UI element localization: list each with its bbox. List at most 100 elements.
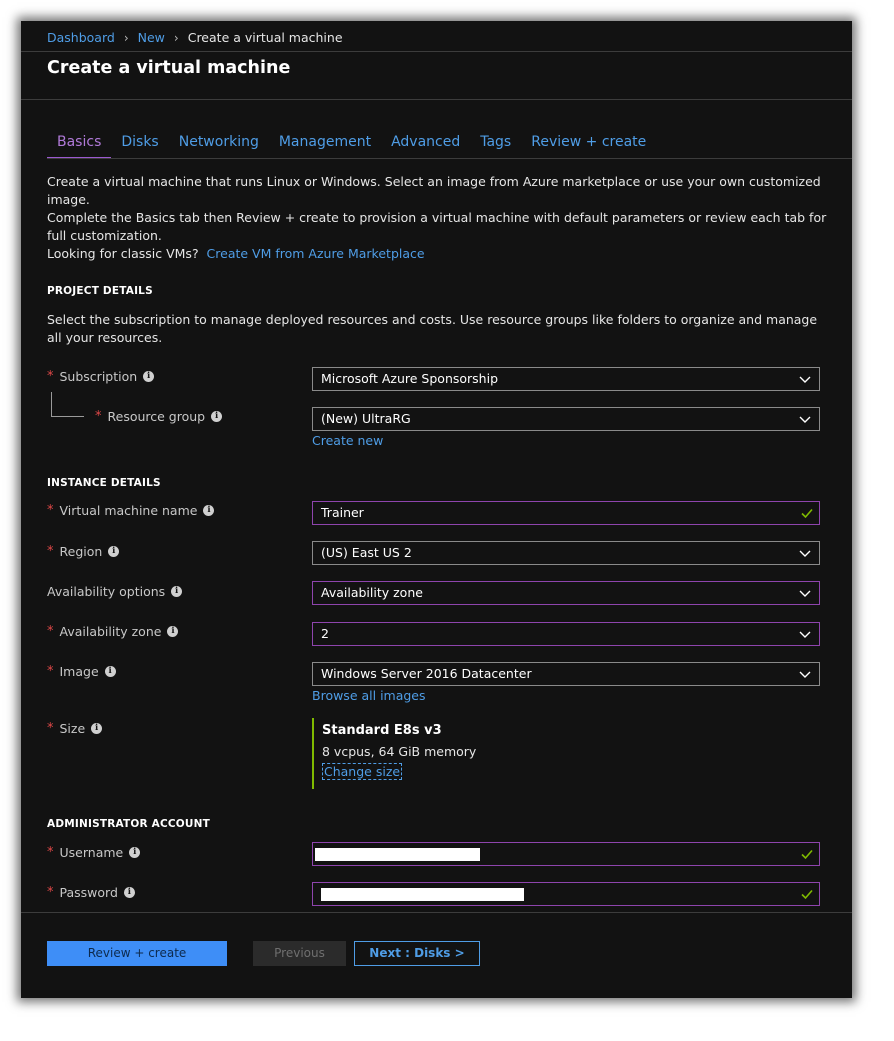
info-icon[interactable]: i [167,626,179,637]
footer-divider [21,912,852,913]
region-label-text: Region [59,544,103,559]
region-select[interactable]: (US) East US 2 [312,541,820,565]
info-icon[interactable]: i [91,723,103,734]
intro-text: Create a virtual machine that runs Linux… [47,173,827,263]
chevron-down-icon [799,550,811,557]
vm-name-value: Trainer [321,505,364,520]
image-value: Windows Server 2016 Datacenter [321,666,532,681]
info-icon[interactable]: i [123,887,135,898]
password-label-text: Password [59,885,118,900]
username-input[interactable] [312,842,820,866]
chevron-down-icon [799,590,811,597]
size-name: Standard E8s v3 [322,723,442,738]
availability-options-label-text: Availability options [47,584,166,599]
subscription-select[interactable]: Microsoft Azure Sponsorship [312,367,820,391]
tab-management[interactable]: Management [269,133,381,159]
checkmark-icon [801,508,813,519]
region-value: (US) East US 2 [321,545,412,560]
availability-options-select[interactable]: Availability zone [312,581,820,605]
resource-group-select[interactable]: (New) UltraRG [312,407,820,431]
size-summary: Standard E8s v3 8 vcpus, 64 GiB memory C… [312,718,512,789]
availability-zone-value: 2 [321,626,329,641]
project-details-description: Select the subscription to manage deploy… [47,312,818,345]
redacted-value [321,888,524,901]
info-icon[interactable]: i [211,411,223,422]
image-label-text: Image [59,664,99,679]
intro-line-1: Create a virtual machine that runs Linux… [47,174,821,207]
required-marker: * [47,624,54,639]
info-icon[interactable]: i [171,586,183,597]
required-marker: * [47,664,54,679]
breadcrumb: Dashboard › New › Create a virtual machi… [47,30,343,45]
admin-account-heading: ADMINISTRATOR ACCOUNT [47,818,210,830]
subscription-value: Microsoft Azure Sponsorship [321,371,499,386]
intro-line-3: Looking for classic VMs? Create VM from … [47,245,827,263]
info-icon[interactable]: i [129,847,141,858]
tree-connector [51,416,84,417]
region-label: * Region i [47,544,120,559]
instance-details-heading: INSTANCE DETAILS [47,477,161,489]
resource-group-value: (New) UltraRG [321,411,411,426]
username-label-text: Username [59,845,124,860]
subscription-label: * Subscription i [47,369,155,384]
availability-zone-select[interactable]: 2 [312,622,820,646]
breadcrumb-new[interactable]: New [138,30,165,45]
info-icon[interactable]: i [143,371,155,382]
tab-bar: Basics Disks Networking Management Advan… [47,133,656,159]
chevron-down-icon [799,416,811,423]
review-create-button[interactable]: Review + create [47,941,227,966]
image-label: * Image i [47,664,116,679]
tab-disks[interactable]: Disks [111,133,168,159]
create-vm-blade: Dashboard › New › Create a virtual machi… [21,21,852,998]
chevron-down-icon [799,376,811,383]
required-marker: * [47,721,54,736]
tab-advanced[interactable]: Advanced [381,133,470,159]
size-spec: 8 vcpus, 64 GiB memory [322,744,477,759]
checkmark-icon [801,889,813,900]
project-details-heading: PROJECT DETAILS [47,285,153,297]
size-label-text: Size [59,721,86,736]
divider [21,51,852,52]
required-marker: * [95,409,102,424]
availability-zone-label: * Availability zone i [47,624,179,639]
tab-networking[interactable]: Networking [169,133,269,159]
vm-name-input[interactable]: Trainer [312,501,820,525]
availability-options-value: Availability zone [321,585,423,600]
chevron-down-icon [799,631,811,638]
password-label: * Password i [47,885,135,900]
classic-vms-question: Looking for classic VMs? [47,246,199,261]
tab-tags[interactable]: Tags [470,133,521,159]
availability-options-label: Availability options i [47,584,183,599]
breadcrumb-dashboard[interactable]: Dashboard [47,30,115,45]
required-marker: * [47,544,54,559]
chevron-down-icon [799,671,811,678]
browse-all-images-link[interactable]: Browse all images [312,688,426,703]
previous-button[interactable]: Previous [253,941,346,966]
info-icon[interactable]: i [104,666,116,677]
redacted-value [315,848,480,861]
create-vm-marketplace-link[interactable]: Create VM from Azure Marketplace [207,246,425,261]
password-input[interactable] [312,882,820,906]
required-marker: * [47,369,54,384]
next-disks-button[interactable]: Next : Disks > [354,941,480,966]
image-select[interactable]: Windows Server 2016 Datacenter [312,662,820,686]
required-marker: * [47,845,54,860]
intro-line-2: Complete the Basics tab then Review + cr… [47,210,827,243]
info-icon[interactable]: i [108,546,120,557]
tab-review-create[interactable]: Review + create [521,133,656,159]
change-size-link[interactable]: Change size [322,763,403,780]
tab-basics[interactable]: Basics [47,133,112,159]
info-icon[interactable]: i [203,505,215,516]
username-label: * Username i [47,845,141,860]
required-marker: * [47,885,54,900]
page-title: Create a virtual machine [47,58,291,78]
subscription-label-text: Subscription [59,369,138,384]
tree-connector [51,392,52,416]
vm-name-label-text: Virtual machine name [59,503,198,518]
breadcrumb-separator: › [123,30,129,45]
create-new-resource-group-link[interactable]: Create new [312,433,383,448]
divider [21,99,852,100]
breadcrumb-current: Create a virtual machine [187,30,343,45]
tabs-divider [47,158,852,159]
size-label: * Size i [47,721,103,736]
